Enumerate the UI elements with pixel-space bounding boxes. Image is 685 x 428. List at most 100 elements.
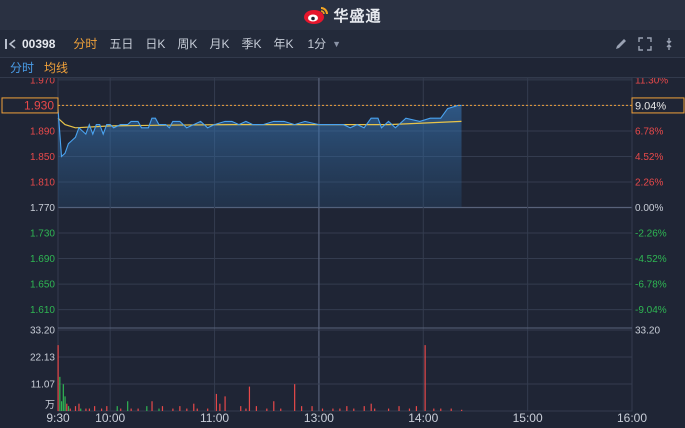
volume-bar (273, 401, 275, 411)
volume-bar (398, 406, 400, 411)
price-tick-label: 1.970 (30, 78, 55, 86)
time-axis-ticks: 9:30 10:00 11:00 13:00 14:00 15:00 16:00 (46, 411, 647, 425)
volume-bar (186, 408, 188, 411)
volume-tick-label-left: 11.07 (31, 379, 56, 390)
pct-tick-label: 11.30% (635, 78, 668, 86)
price-tick-label: 1.850 (30, 152, 55, 163)
volume-bar (137, 408, 139, 411)
volume-bar (374, 408, 376, 411)
volume-axis-ticks: 33.20 33.20 22.13 11.07 万 (30, 326, 660, 412)
interval-select[interactable]: 1分 ▼ (307, 35, 341, 52)
interval-value: 1分 (307, 37, 327, 51)
volume-bar (219, 403, 221, 411)
volume-bar (353, 408, 355, 411)
volume-bar (301, 406, 303, 411)
volume-bar (57, 345, 59, 411)
volume-bar (424, 345, 426, 411)
volume-tick-label-left: 22.13 (30, 353, 55, 364)
indicator-avg-line[interactable]: 均线 (44, 59, 68, 76)
pct-tick-label: 2.26% (635, 177, 663, 188)
period-tab-year-k[interactable]: 年K (267, 35, 299, 52)
volume-bar (60, 401, 63, 411)
time-tick-label: 11:00 (200, 411, 229, 425)
brand: 华盛通 (303, 5, 381, 26)
volume-bar (450, 408, 452, 411)
volume-bar (248, 386, 251, 411)
volume-bar (193, 403, 195, 411)
volume-bar (78, 403, 80, 411)
volume-bar (240, 406, 242, 411)
volume-bar (88, 408, 91, 411)
volume-bar (387, 408, 390, 411)
price-area (58, 105, 462, 208)
volume-bar (294, 384, 296, 411)
volume-bar (196, 408, 198, 411)
pencil-icon[interactable] (613, 36, 629, 52)
volume-bar (146, 406, 148, 411)
price-tick-label: 1.650 (30, 280, 55, 291)
indicator-minute[interactable]: 分时 (10, 59, 34, 76)
volume-bar (461, 409, 463, 411)
volume-bar (127, 401, 129, 411)
sidebar-toggle-icon[interactable] (0, 30, 22, 58)
toolbar: 00398 分时 五日 日K 周K 月K 季K 年K 1分 ▼ (0, 30, 685, 58)
volume-bar (158, 408, 160, 411)
volume-bar (161, 406, 164, 411)
pct-tick-label: 6.78% (635, 126, 663, 137)
volume-unit-label: 万 (45, 400, 55, 411)
current-pct-label: 9.04% (635, 100, 666, 112)
price-tick-label: 1.610 (30, 305, 55, 316)
volume-bar (74, 406, 77, 411)
price-axis-ticks: 1.970 1.890 1.850 1.810 1.770 1.730 1.690 1.650… (30, 78, 55, 316)
volume-bar (85, 408, 87, 411)
collapse-icon[interactable] (661, 36, 677, 52)
volume-bar (69, 408, 71, 411)
volume-bar (62, 384, 64, 411)
time-tick-label: 14:00 (408, 411, 438, 425)
intraday-chart[interactable]: 1.970 1.890 1.850 1.810 1.770 1.730 1.690 1.650… (0, 78, 685, 428)
toolbar-actions (613, 30, 677, 58)
volume-bar (215, 393, 217, 411)
period-tab-week-k[interactable]: 周K (171, 35, 203, 52)
volume-bar (266, 408, 268, 411)
stock-code: 00398 (22, 36, 56, 51)
period-tab-five-day[interactable]: 五日 (103, 35, 139, 52)
period-tab-quarter-k[interactable]: 季K (235, 35, 267, 52)
volume-bar (224, 396, 226, 411)
time-tick-label: 10:00 (95, 411, 125, 425)
time-tick-label: 16:00 (617, 411, 647, 425)
volume-bar (80, 408, 82, 411)
period-tab-day-k[interactable]: 日K (139, 35, 171, 52)
pct-tick-label: 0.00% (635, 203, 663, 214)
current-price-label: 1.930 (24, 98, 54, 112)
indicator-tabs: 分时 均线 (0, 58, 685, 78)
chevron-down-icon: ▼ (332, 38, 342, 49)
volume-bar (151, 401, 153, 411)
time-tick-label: 15:00 (513, 411, 543, 425)
volume-bar (339, 408, 341, 411)
volume-tick-label-left: 33.20 (30, 326, 55, 337)
pct-tick-label: -9.04% (635, 305, 667, 316)
brand-name: 华盛通 (333, 7, 382, 25)
volume-bar (130, 408, 132, 411)
pct-axis-ticks: 11.30% 6.78% 4.52% 2.26% 0.00% -2.26% -4.52% -6… (635, 78, 668, 316)
volume-tick-label-right: 33.20 (635, 326, 660, 337)
volume-bar (59, 376, 61, 411)
volume-bar (440, 408, 442, 411)
period-tab-month-k[interactable]: 月K (203, 35, 235, 52)
volume-bar (370, 403, 372, 411)
volume-bar (64, 396, 66, 411)
pct-tick-label: -4.52% (635, 254, 667, 265)
volume-bars-layer (57, 345, 463, 411)
volume-bar (245, 408, 247, 411)
price-tick-label: 1.690 (30, 254, 55, 265)
expand-icon[interactable] (637, 36, 653, 52)
volume-bar (346, 406, 348, 411)
period-tab-minute[interactable]: 分时 (67, 35, 103, 52)
volume-bar (66, 403, 68, 411)
price-tick-label: 1.810 (30, 177, 55, 188)
volume-bar (255, 406, 257, 411)
pct-tick-label: -2.26% (635, 229, 667, 240)
top-bar: 华盛通 (0, 0, 685, 30)
pct-tick-label: -6.78% (635, 280, 667, 291)
